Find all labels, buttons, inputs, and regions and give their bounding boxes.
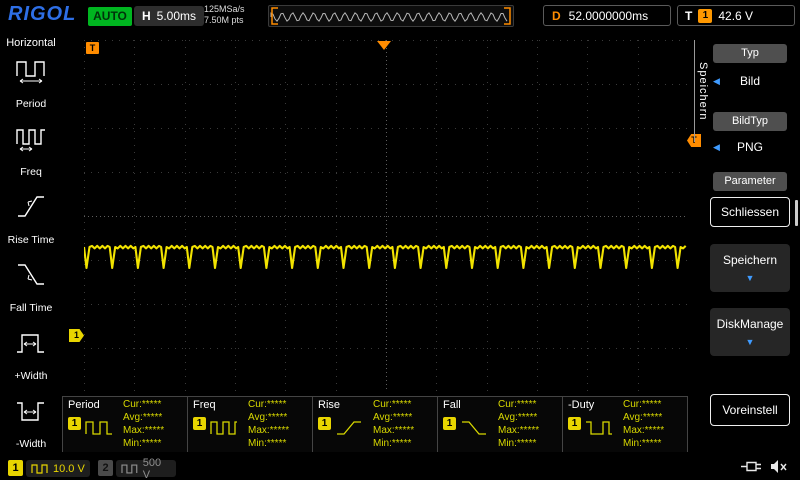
menu-item-freq[interactable]: Freq xyxy=(0,120,62,184)
menu-item-plus-width[interactable]: +Width xyxy=(0,324,62,388)
rigol-logo: RIGOL xyxy=(8,3,77,25)
arrow-left-icon: ◀ xyxy=(713,142,720,152)
horizontal-scale-readout: H 5.00ms xyxy=(134,6,205,26)
measurement-panel-fall[interactable]: Fall 1 Cur:***** Avg:***** Max:***** Min:**… xyxy=(438,397,563,452)
freq-icon xyxy=(16,129,45,152)
parameter-label: Parameter xyxy=(713,172,787,191)
bildtyp-label: BildTyp xyxy=(713,112,787,131)
fall-time-icon xyxy=(18,264,44,285)
t-label: T xyxy=(685,8,693,23)
rise-time-icon xyxy=(18,196,44,217)
bildtyp-value-button[interactable]: ◀ PNG xyxy=(710,134,790,161)
waveform-preview-strip xyxy=(268,5,514,27)
preview-right-bracket-icon xyxy=(504,7,511,25)
menu-item-rise-time[interactable]: Rise Time xyxy=(0,188,62,252)
preset-button[interactable]: Voreinstell xyxy=(710,394,790,426)
channel2-coupling-icon xyxy=(121,463,138,474)
typ-label: Typ xyxy=(713,44,787,63)
left-menu-title: Horizontal xyxy=(6,37,56,49)
menu-tab-title: Speichern xyxy=(694,40,709,142)
rise-wave-icon xyxy=(337,421,361,435)
channel1-coupling-icon xyxy=(31,463,48,474)
freq-wave-icon xyxy=(210,421,237,435)
channel1-ground-marker: 1 xyxy=(69,329,84,342)
menu-item-minus-width[interactable]: -Width xyxy=(0,392,62,456)
sample-rate: 125MSa/s xyxy=(204,4,245,14)
period-icon xyxy=(16,61,45,84)
trigger-source-badge: 1 xyxy=(698,8,713,23)
channel-badge: 1 xyxy=(193,417,206,430)
memory-depth: 7.50M pts xyxy=(204,15,244,25)
trigger-position-marker-icon xyxy=(377,41,391,50)
oscilloscope-screen: RIGOL AUTO H 5.00ms 125MSa/s 7.50M pts D… xyxy=(0,0,800,480)
acquisition-readout: 125MSa/s 7.50M pts xyxy=(204,4,245,26)
channel-badge: 1 xyxy=(318,417,331,430)
menu-item-period[interactable]: Period xyxy=(0,52,62,116)
period-wave-icon xyxy=(85,421,112,435)
measurement-panel-freq[interactable]: Freq 1 Cur:***** Avg:***** Max:***** Min:**… xyxy=(188,397,313,452)
plus-width-icon xyxy=(17,334,44,353)
speaker-muted-icon xyxy=(771,460,787,473)
trigger-corner-marker: T xyxy=(86,42,99,54)
measurement-bar: Period 1 Cur:***** Avg:***** Max:***** Min:… xyxy=(62,396,688,452)
minus-width-icon xyxy=(17,402,44,421)
run-state-badge: AUTO xyxy=(88,7,132,26)
measurement-panel-duty[interactable]: -Duty 1 Cur:***** Avg:***** Max:***** Min:*… xyxy=(563,397,688,452)
trigger-delay-readout: D 52.0000000ms xyxy=(543,5,671,26)
preview-waveform xyxy=(270,11,508,23)
fall-wave-icon xyxy=(462,421,486,435)
trigger-readout: T 1 42.6 V xyxy=(677,5,795,26)
status-icons xyxy=(740,459,787,474)
channel1-waveform-trace xyxy=(82,244,687,270)
channel-badge: 1 xyxy=(568,417,581,430)
channel-badge: 1 xyxy=(443,417,456,430)
d-value: 52.0000000ms xyxy=(568,8,649,23)
measurement-panel-rise[interactable]: Rise 1 Cur:***** Avg:***** Max:***** Min:**… xyxy=(313,397,438,452)
arrow-left-icon: ◀ xyxy=(713,76,720,86)
typ-value-button[interactable]: ◀ Bild xyxy=(710,68,790,95)
graticule-grid xyxy=(84,40,689,393)
menu-item-fall-time[interactable]: Fall Time xyxy=(0,256,62,320)
arrow-down-icon: ▼ xyxy=(745,273,755,283)
usb-icon xyxy=(741,461,761,472)
trigger-level-value: 42.6 V xyxy=(718,8,754,23)
channel2-badge[interactable]: 2 xyxy=(98,460,113,476)
channel1-scale-readout[interactable]: 10.0 V xyxy=(26,460,90,477)
channel2-scale-readout[interactable]: 500 V xyxy=(116,457,176,480)
menu-page-indicator xyxy=(795,200,798,226)
arrow-down-icon: ▼ xyxy=(745,337,755,347)
h-label: H xyxy=(142,9,151,23)
measurement-panel-period[interactable]: Period 1 Cur:***** Avg:***** Max:***** Min:… xyxy=(63,397,188,452)
channel1-badge[interactable]: 1 xyxy=(8,460,23,476)
channel-badge: 1 xyxy=(68,417,81,430)
h-scale-value: 5.00ms xyxy=(156,9,197,23)
d-label: D xyxy=(552,8,561,23)
parameter-close-button[interactable]: Schliessen xyxy=(710,197,790,227)
duty-wave-icon xyxy=(586,421,612,435)
disk-manage-button[interactable]: DiskManage ▼ xyxy=(710,308,790,356)
graticule-display xyxy=(82,40,689,393)
save-button[interactable]: Speichern ▼ xyxy=(710,244,790,292)
